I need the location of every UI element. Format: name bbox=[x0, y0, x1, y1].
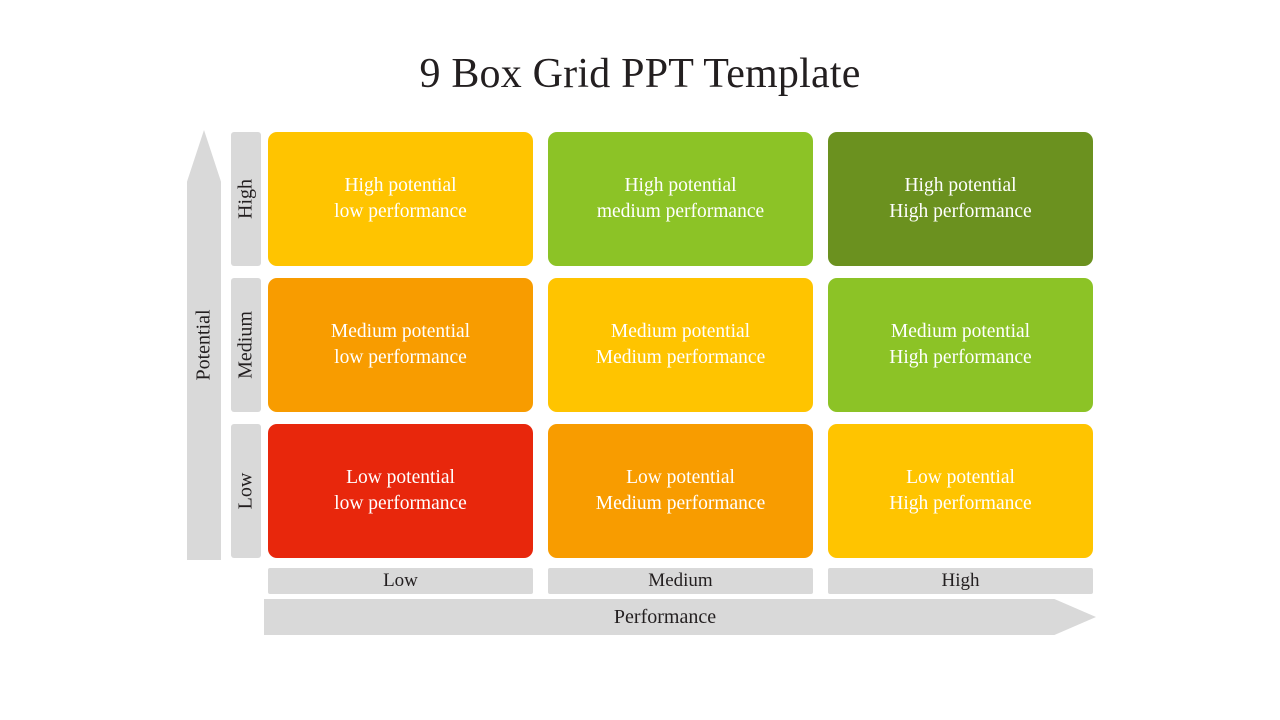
grid-cell-text: Medium potential low performance bbox=[331, 319, 470, 371]
grid-cell-line2: High performance bbox=[889, 201, 1032, 222]
grid-cell-line2: High performance bbox=[889, 493, 1032, 514]
grid-cell-medium-low[interactable]: Medium potential low performance bbox=[268, 278, 533, 412]
grid-cell-text: Medium potential Medium performance bbox=[596, 319, 765, 371]
grid-cell-line2: medium performance bbox=[596, 201, 765, 222]
performance-level-high: High bbox=[828, 568, 1093, 594]
grid-cell-high-medium[interactable]: High potential medium performance bbox=[548, 132, 813, 266]
grid-cell-low-medium[interactable]: Low potential Medium performance bbox=[548, 424, 813, 558]
grid-cell-line1: High potential bbox=[904, 174, 1017, 196]
potential-level-high: High bbox=[231, 132, 261, 266]
grid-cell-text: Low potential low performance bbox=[334, 465, 467, 517]
grid-cell-text: Low potential High performance bbox=[889, 465, 1031, 517]
grid-cell-line1: High potential bbox=[344, 174, 457, 196]
grid-cell-line2: low performance bbox=[334, 201, 467, 222]
grid-cell-line2: Medium performance bbox=[595, 493, 766, 514]
potential-axis-label: Potential bbox=[192, 309, 215, 381]
potential-level-high-label: High bbox=[234, 179, 257, 219]
nine-box-grid: High potential low performance High pote… bbox=[268, 132, 1096, 558]
potential-axis-arrow: Potential bbox=[187, 130, 221, 560]
grid-cell-medium-high[interactable]: Medium potential High performance bbox=[828, 278, 1093, 412]
grid-cell-text: High potential low performance bbox=[334, 173, 467, 225]
grid-cell-text: High potential High performance bbox=[889, 173, 1031, 225]
grid-cell-text: Medium potential High performance bbox=[889, 319, 1031, 371]
grid-cell-line1: Low potential bbox=[626, 466, 735, 488]
grid-cell-line1: Low potential bbox=[346, 466, 455, 488]
performance-level-labels: Low Medium High bbox=[268, 568, 1096, 594]
grid-cell-line1: Low potential bbox=[906, 466, 1015, 488]
performance-level-medium: Medium bbox=[548, 568, 813, 594]
grid-cell-text: High potential medium performance bbox=[597, 173, 764, 225]
grid-cell-line2: low performance bbox=[334, 347, 467, 368]
grid-cell-line2: High performance bbox=[889, 347, 1032, 368]
page-title: 9 Box Grid PPT Template bbox=[419, 51, 861, 98]
potential-level-low-label: Low bbox=[234, 472, 257, 510]
grid-cell-line1: Medium potential bbox=[610, 320, 751, 342]
slide-canvas: 9 Box Grid PPT Template Potential High M… bbox=[0, 0, 1280, 720]
performance-axis-arrow: Performance bbox=[264, 599, 1096, 635]
grid-cell-medium-medium[interactable]: Medium potential Medium performance bbox=[548, 278, 813, 412]
grid-cell-low-high[interactable]: Low potential High performance bbox=[828, 424, 1093, 558]
performance-level-low: Low bbox=[268, 568, 533, 594]
performance-axis-label: Performance bbox=[613, 605, 717, 628]
grid-cell-line1: Medium potential bbox=[330, 320, 471, 342]
potential-level-medium-label: Medium bbox=[234, 311, 257, 379]
grid-cell-text: Low potential Medium performance bbox=[596, 465, 765, 517]
grid-cell-high-low[interactable]: High potential low performance bbox=[268, 132, 533, 266]
grid-cell-line2: Medium performance bbox=[595, 347, 766, 368]
grid-cell-low-low[interactable]: Low potential low performance bbox=[268, 424, 533, 558]
grid-cell-line1: High potential bbox=[624, 174, 737, 196]
grid-cell-line1: Medium potential bbox=[890, 320, 1031, 342]
grid-cell-high-high[interactable]: High potential High performance bbox=[828, 132, 1093, 266]
potential-level-medium: Medium bbox=[231, 278, 261, 412]
potential-level-low: Low bbox=[231, 424, 261, 558]
grid-cell-line2: low performance bbox=[334, 493, 467, 514]
